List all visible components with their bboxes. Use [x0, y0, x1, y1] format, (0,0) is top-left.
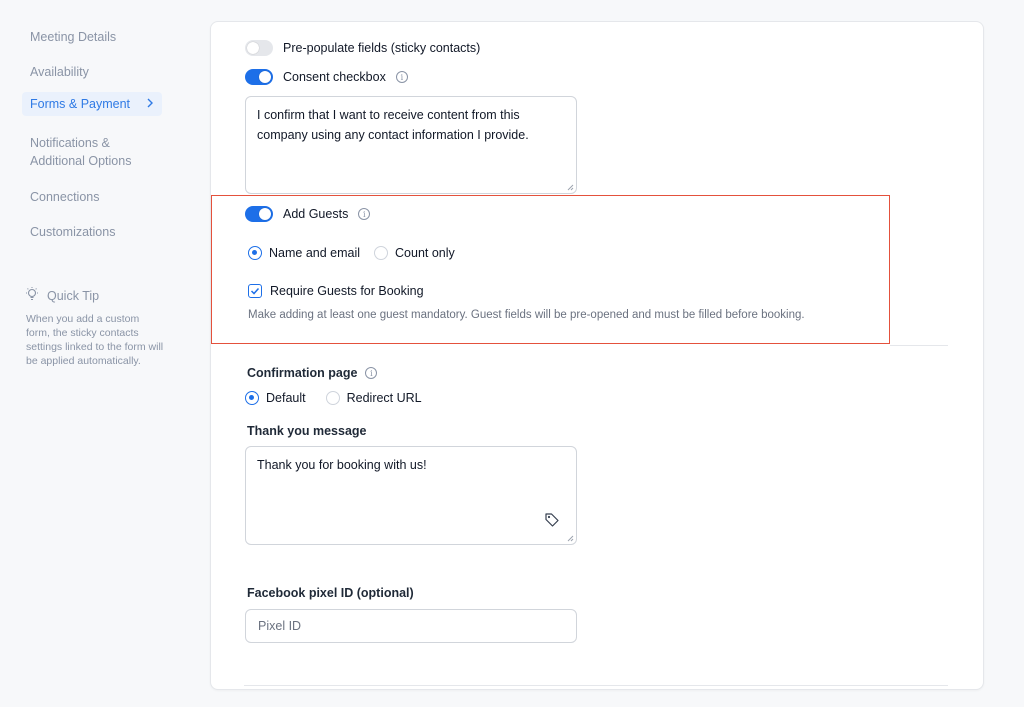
pixel-id-heading: Facebook pixel ID (optional): [247, 586, 414, 600]
confirmation-page-heading: Confirmation page i: [247, 366, 378, 380]
lightbulb-icon: [24, 286, 40, 305]
add-guests-row: Add Guests i: [245, 206, 371, 222]
radio-name-and-email[interactable]: [248, 246, 262, 260]
tag-icon[interactable]: [544, 512, 560, 534]
require-guests-checkbox[interactable]: [248, 284, 262, 298]
prepopulate-label: Pre-populate fields (sticky contacts): [283, 41, 481, 55]
sidebar-item-label: Availability: [30, 65, 89, 79]
quick-tip-title: Quick Tip: [47, 288, 100, 303]
thank-you-label: Thank you message: [247, 424, 367, 438]
resize-handle-icon[interactable]: [566, 534, 574, 542]
sidebar-item-connections[interactable]: Connections: [22, 184, 162, 210]
prepopulate-row: Pre-populate fields (sticky contacts): [245, 40, 480, 56]
consent-toggle[interactable]: [245, 69, 273, 85]
sidebar-item-label: Connections: [30, 190, 100, 204]
sidebar-item-label: Meeting Details: [30, 30, 117, 44]
radio-redirect-url[interactable]: [325, 391, 340, 405]
confirmation-page-label: Confirmation page: [247, 366, 358, 380]
consent-label: Consent checkbox: [283, 70, 386, 84]
add-guests-label: Add Guests: [283, 207, 349, 221]
consent-text: I confirm that I want to receive content…: [257, 108, 529, 142]
pixel-id-input[interactable]: [245, 609, 577, 643]
require-guests-label: Require Guests for Booking: [270, 284, 424, 298]
sidebar-item-availability[interactable]: Availability: [22, 59, 162, 85]
sidebar-item-notifications[interactable]: Notifications & Additional Options: [22, 130, 162, 174]
quick-tip-header: Quick Tip: [24, 286, 99, 305]
consent-row: Consent checkbox i: [245, 69, 408, 85]
radio-label-redirect-url: Redirect URL: [346, 391, 422, 405]
pixel-id-label: Facebook pixel ID (optional): [247, 586, 414, 600]
sidebar-item-forms-payment[interactable]: Forms & Payment: [22, 92, 162, 116]
info-icon[interactable]: i: [358, 208, 371, 220]
thank-you-message-field[interactable]: Thank you for booking with us!: [245, 446, 577, 545]
thank-you-message-text: Thank you for booking with us!: [257, 458, 427, 472]
bottom-divider: [244, 685, 948, 686]
resize-handle-icon[interactable]: [566, 183, 574, 191]
prepopulate-toggle[interactable]: [245, 40, 273, 56]
checkmark-icon: [250, 287, 260, 295]
sidebar-item-customizations[interactable]: Customizations: [22, 219, 162, 245]
guest-mode-radio-group: Name and email Count only: [248, 246, 455, 260]
info-icon[interactable]: i: [365, 367, 378, 379]
radio-default[interactable]: [245, 391, 259, 405]
sidebar-item-label: Notifications & Additional Options: [30, 136, 132, 168]
thank-you-heading: Thank you message: [247, 424, 367, 438]
section-divider: [890, 345, 948, 346]
info-icon[interactable]: i: [395, 71, 408, 83]
sidebar-item-meeting-details[interactable]: Meeting Details: [22, 24, 162, 50]
radio-label-default: Default: [266, 391, 306, 405]
radio-label-count-only: Count only: [395, 246, 455, 260]
quick-tip-text: When you add a custom form, the sticky c…: [26, 313, 164, 367]
consent-text-field[interactable]: I confirm that I want to receive content…: [245, 96, 577, 194]
radio-count-only[interactable]: [374, 246, 389, 260]
add-guests-toggle[interactable]: [245, 206, 273, 222]
radio-label-name-and-email: Name and email: [269, 246, 361, 260]
require-guests-row: Require Guests for Booking: [248, 284, 424, 298]
require-guests-helper-text: Make adding at least one guest mandatory…: [248, 309, 805, 321]
sidebar-item-label: Customizations: [30, 225, 116, 239]
confirmation-radio-group: Default Redirect URL: [245, 391, 422, 405]
chevron-right-icon: [146, 95, 154, 113]
sidebar-item-label: Forms & Payment: [30, 97, 131, 111]
settings-sidebar: Meeting Details Availability Forms & Pay…: [0, 0, 190, 707]
